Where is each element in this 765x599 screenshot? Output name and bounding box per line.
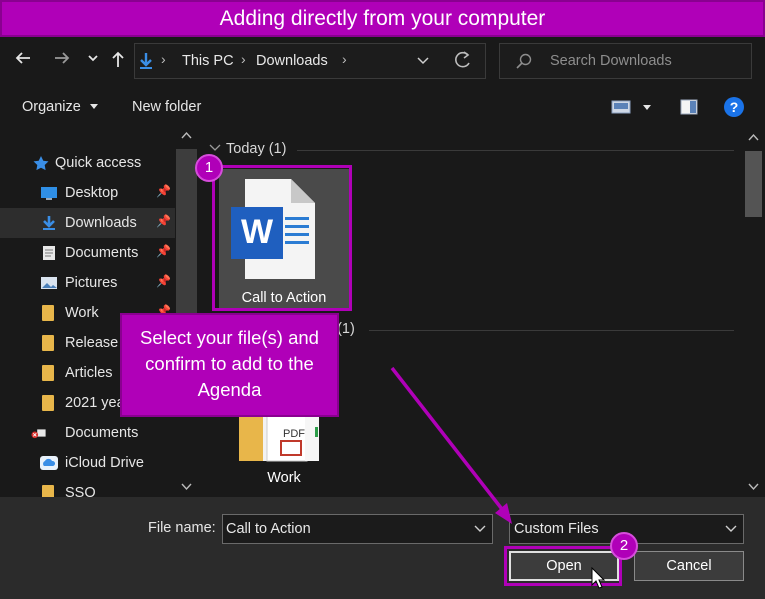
annotation-arrow-layer [390,366,512,524]
step-2-badge: 2 [610,532,638,560]
pointer-arrow-line [390,366,507,515]
